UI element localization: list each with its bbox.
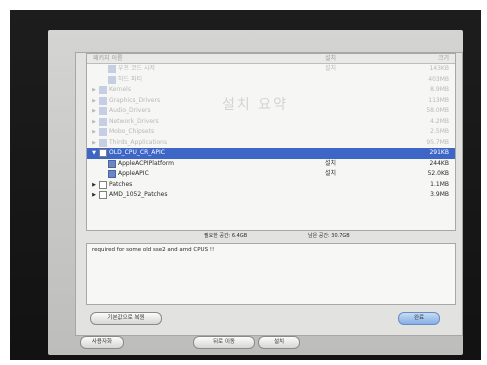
restore-defaults-button[interactable]: 기본값으로 복원 [90, 312, 162, 325]
package-row[interactable]: ▶ AMD_1052_Patches 3.9MB [87, 190, 455, 201]
package-checkbox-icon[interactable] [108, 65, 116, 74]
package-size: 403MB [428, 75, 449, 83]
description-text: required for some old sse2 and amd CPUS … [92, 247, 215, 253]
package-name: ▼ OLD_CPU_CR_APIC [91, 148, 165, 159]
disclosure-closed-icon[interactable]: ▶ [91, 96, 97, 107]
package-checkbox-icon[interactable] [99, 128, 107, 137]
package-label: Mobo_Chipsets [109, 128, 155, 135]
package-name: AppleACPIPlatform [100, 159, 174, 170]
package-label: AppleACPIPlatform [118, 159, 174, 167]
go-back-button[interactable]: 뒤로 이동 [193, 336, 255, 349]
package-label: Patches [109, 180, 133, 188]
disclosure-open-icon[interactable]: ▼ [91, 148, 97, 159]
package-list[interactable]: 패키지 이름 설치 크기 우프 코드 시저 설치 143KB 하드 파티 403MB ▶ K… [86, 53, 456, 231]
package-row[interactable]: ▶ Thirds_Applications 95.7MB [87, 138, 455, 149]
package-action: 설치 [325, 65, 337, 72]
empty-checkbox-icon[interactable] [99, 180, 107, 189]
package-row[interactable]: ▶ Mobo_Chipsets 2.5MB [87, 127, 455, 138]
package-name: ▶ Patches [91, 180, 132, 191]
package-row[interactable]: 우프 코드 시저 설치 143KB [87, 64, 455, 75]
package-label: AMD_1052_Patches [109, 191, 168, 198]
package-size: 58.0MB [426, 107, 449, 114]
package-size: 2.5MB [430, 128, 449, 135]
package-row[interactable]: AppleACPIPlatform 설치 244KB [87, 159, 455, 170]
column-header-name[interactable]: 패키지 이름 [93, 54, 123, 63]
customize-sheet: 패키지 이름 설치 크기 우프 코드 시저 설치 143KB 하드 파티 403MB ▶ K… [75, 52, 463, 336]
package-label: Network_Drivers [109, 117, 159, 125]
package-name: ▶ AMD_1052_Patches [91, 190, 167, 201]
empty-checkbox-icon[interactable] [99, 149, 107, 158]
package-rows: 우프 코드 시저 설치 143KB 하드 파티 403MB ▶ Kernels 8.9MB ▶ G… [87, 64, 455, 201]
disclosure-closed-icon[interactable]: ▶ [91, 117, 97, 128]
disclosure-closed-icon[interactable]: ▶ [91, 106, 97, 117]
package-label: 하드 파티 [118, 75, 142, 83]
package-name: ▶ Network_Drivers [91, 117, 159, 128]
disk-space-info: 필요한 공간: 6.4GB 남은 공간: 30.7GB [86, 231, 454, 241]
package-size: 95.7MB [426, 138, 449, 146]
package-label: Audio_Drivers [109, 107, 151, 114]
package-row[interactable]: ▼ OLD_CPU_CR_APIC 291KB [87, 148, 455, 159]
package-label: Kernels [109, 86, 131, 93]
package-checkbox-icon[interactable] [108, 159, 116, 168]
package-row[interactable]: 하드 파티 403MB [87, 75, 455, 86]
package-checkbox-icon[interactable] [108, 75, 116, 84]
package-name: ▶ Audio_Drivers [91, 106, 151, 117]
package-label: OLD_CPU_CR_APIC [109, 149, 165, 156]
package-row[interactable]: ▶ Patches 1.1MB [87, 180, 455, 191]
package-size: 8.9MB [430, 86, 449, 93]
disclosure-closed-icon[interactable]: ▶ [91, 138, 97, 149]
package-name: AppleAPIC [100, 169, 149, 180]
remaining-space: 남은 공간: 30.7GB [308, 233, 350, 239]
package-size: 4.2MB [430, 117, 449, 125]
package-row[interactable]: ▶ Network_Drivers 4.2MB [87, 117, 455, 128]
customize-button[interactable]: 사용자화 [80, 336, 124, 349]
done-button[interactable]: 완료 [398, 312, 440, 325]
package-checkbox-icon[interactable] [99, 86, 107, 95]
package-label: AppleAPIC [118, 170, 149, 177]
package-label: Graphics_Drivers [109, 96, 161, 104]
package-size: 52.0KB [427, 170, 449, 177]
package-checkbox-icon[interactable] [99, 138, 107, 147]
package-checkbox-icon[interactable] [99, 96, 107, 105]
package-name: ▶ Kernels [91, 85, 131, 96]
package-name: ▶ Graphics_Drivers [91, 96, 160, 107]
disclosure-closed-icon[interactable]: ▶ [91, 85, 97, 96]
package-size: 3.9MB [430, 191, 449, 198]
package-size: 291KB [429, 149, 449, 156]
package-name: ▶ Mobo_Chipsets [91, 127, 154, 138]
disclosure-closed-icon[interactable]: ▶ [91, 127, 97, 138]
installer-window: 패키지 이름 설치 크기 우프 코드 시저 설치 143KB 하드 파티 403MB ▶ K… [48, 30, 463, 355]
monitor-bezel: 패키지 이름 설치 크기 우프 코드 시저 설치 143KB 하드 파티 403MB ▶ K… [10, 10, 481, 360]
required-space: 필요한 공간: 6.4GB [204, 233, 248, 239]
list-header: 패키지 이름 설치 크기 [87, 54, 455, 64]
package-size: 113MB [428, 96, 449, 104]
package-name: 하드 파티 [100, 75, 142, 86]
package-action: 설치 [325, 159, 337, 167]
empty-checkbox-icon[interactable] [99, 191, 107, 200]
package-checkbox-icon[interactable] [99, 117, 107, 126]
package-description: required for some old sse2 and amd CPUS … [86, 243, 456, 305]
disclosure-closed-icon[interactable]: ▶ [91, 190, 97, 201]
column-header-action[interactable]: 설치 [325, 54, 336, 63]
install-button[interactable]: 설치 [258, 336, 300, 349]
package-label: Thirds_Applications [109, 138, 168, 146]
package-checkbox-icon[interactable] [99, 107, 107, 116]
package-size: 1.1MB [430, 180, 449, 188]
package-size: 244KB [429, 159, 449, 167]
package-row[interactable]: AppleAPIC 설치 52.0KB [87, 169, 455, 180]
package-name: ▶ Thirds_Applications [91, 138, 167, 149]
package-action: 설치 [325, 170, 337, 177]
disclosure-closed-icon[interactable]: ▶ [91, 180, 97, 191]
summary-watermark: 설치 요약 [222, 97, 288, 113]
package-size: 143KB [429, 65, 449, 72]
column-header-size[interactable]: 크기 [438, 54, 449, 63]
package-name: 우프 코드 시저 [100, 64, 155, 75]
package-label: 우프 코드 시저 [118, 65, 155, 72]
package-checkbox-icon[interactable] [108, 170, 116, 179]
